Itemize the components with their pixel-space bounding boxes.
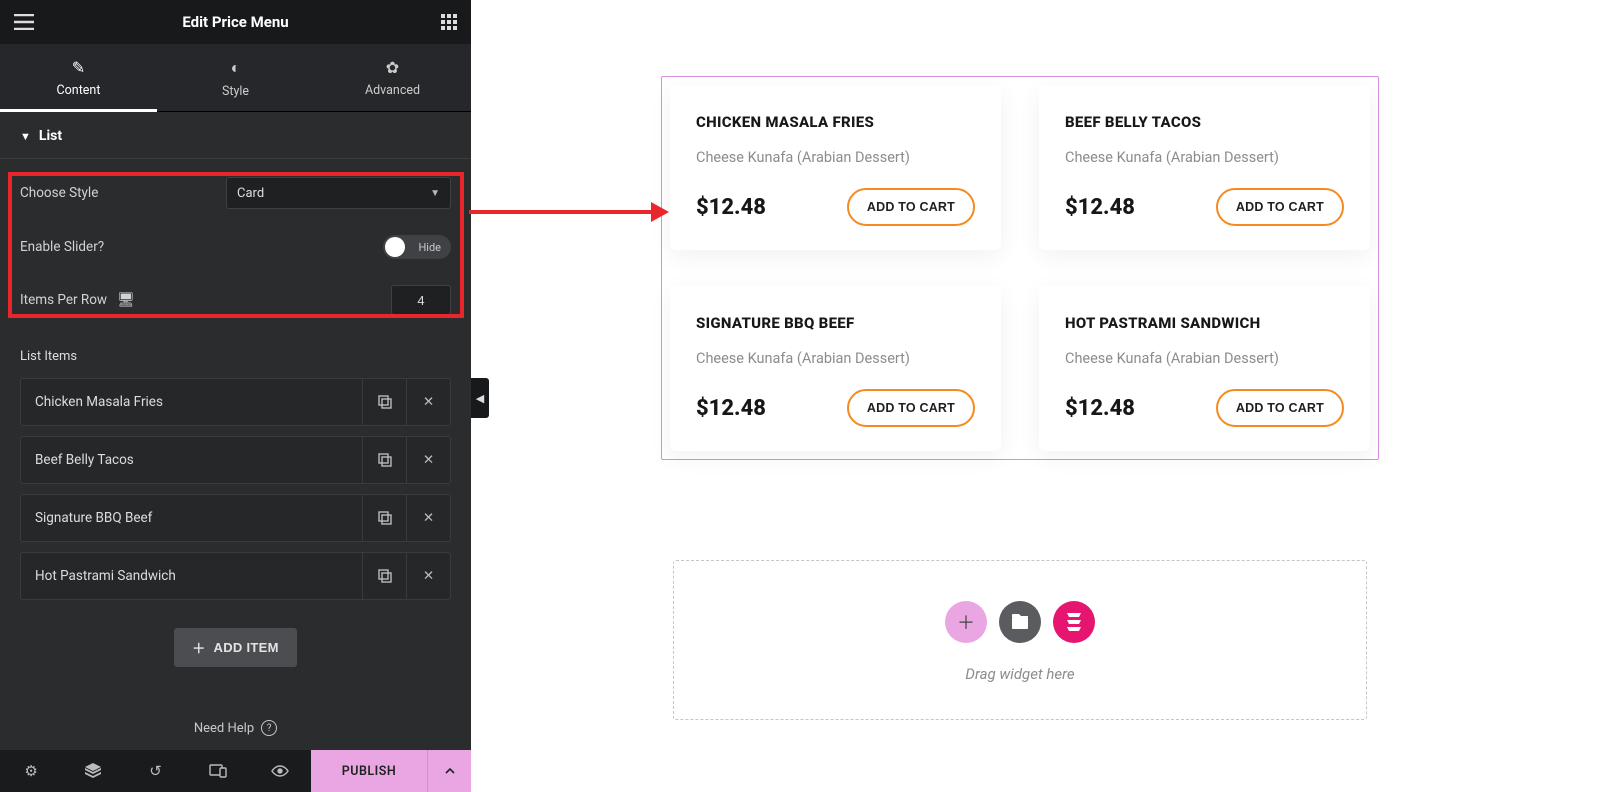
preview-icon[interactable] xyxy=(249,750,311,792)
navigator-icon[interactable] xyxy=(62,750,124,792)
add-to-cart-button[interactable]: ADD TO CART xyxy=(847,188,975,226)
enable-slider-label: Enable Slider? xyxy=(20,239,104,255)
price-card: SIGNATURE BBQ BEEF Cheese Kunafa (Arabia… xyxy=(670,286,1001,451)
select-value: Card xyxy=(237,186,264,201)
preview-canvas: CHICKEN MASALA FRIES Cheese Kunafa (Arab… xyxy=(471,0,1600,792)
caret-down-icon: ▼ xyxy=(20,130,31,143)
template-library-button[interactable] xyxy=(999,601,1041,643)
tab-advanced[interactable]: ✿ Advanced xyxy=(314,44,471,111)
chevron-down-icon: ▼ xyxy=(430,188,440,199)
settings-icon[interactable]: ⚙ xyxy=(0,750,62,792)
add-section-button[interactable]: ＋ xyxy=(945,601,987,643)
card-title: CHICKEN MASALA FRIES xyxy=(696,113,975,131)
desktop-icon[interactable]: 🖥 xyxy=(117,292,135,308)
need-help-label: Need Help xyxy=(194,721,254,736)
plus-icon: ＋ xyxy=(192,638,205,657)
price-card: CHICKEN MASALA FRIES Cheese Kunafa (Arab… xyxy=(670,85,1001,250)
history-icon[interactable]: ↺ xyxy=(124,750,186,792)
price-card: BEEF BELLY TACOS Cheese Kunafa (Arabian … xyxy=(1039,85,1370,250)
publish-button[interactable]: PUBLISH xyxy=(311,750,427,792)
list-item[interactable]: Hot Pastrami Sandwich ✕ xyxy=(20,552,451,600)
list-item-label: Beef Belly Tacos xyxy=(35,452,134,468)
annotation-arrow-icon xyxy=(469,200,669,224)
list-item-label: Signature BBQ Beef xyxy=(35,510,152,526)
card-price: $12.48 xyxy=(696,396,766,421)
list-item-label: Chicken Masala Fries xyxy=(35,394,163,410)
help-icon: ? xyxy=(261,720,277,736)
toggle-state-label: Hide xyxy=(418,241,441,254)
gear-icon: ✿ xyxy=(314,58,471,77)
card-title: BEEF BELLY TACOS xyxy=(1065,113,1344,131)
contrast-icon: ◐ xyxy=(157,58,314,78)
card-description: Cheese Kunafa (Arabian Dessert) xyxy=(1065,350,1344,367)
duplicate-icon[interactable] xyxy=(362,494,406,542)
panel-tabs: ✎ Content ◐ Style ✿ Advanced xyxy=(0,44,471,112)
tab-label: Advanced xyxy=(365,83,420,98)
list-item-label: Hot Pastrami Sandwich xyxy=(35,568,176,584)
add-to-cart-button[interactable]: ADD TO CART xyxy=(847,389,975,427)
drop-widget-zone[interactable]: ＋ Drag widget here xyxy=(673,560,1367,720)
publish-dropdown-toggle[interactable] xyxy=(427,750,471,792)
widgets-grid-icon[interactable] xyxy=(441,14,457,30)
enable-slider-toggle[interactable]: Hide xyxy=(383,235,451,259)
card-price: $12.48 xyxy=(696,195,766,220)
toggle-knob xyxy=(385,237,405,257)
duplicate-icon[interactable] xyxy=(362,378,406,426)
add-to-cart-button[interactable]: ADD TO CART xyxy=(1216,389,1344,427)
card-description: Cheese Kunafa (Arabian Dessert) xyxy=(1065,149,1344,166)
dropzone-text: Drag widget here xyxy=(674,665,1366,683)
close-icon[interactable]: ✕ xyxy=(406,436,450,484)
collapse-panel-button[interactable]: ◀ xyxy=(471,378,489,418)
price-menu-cards: CHICKEN MASALA FRIES Cheese Kunafa (Arab… xyxy=(670,85,1370,451)
section-list-header[interactable]: ▼ List xyxy=(0,112,471,159)
price-card: HOT PASTRAMI SANDWICH Cheese Kunafa (Ara… xyxy=(1039,286,1370,451)
hamburger-icon[interactable] xyxy=(14,14,34,30)
panel-body: ▼ List Choose Style Card ▼ Enable Slider… xyxy=(0,112,471,708)
list-item[interactable]: Beef Belly Tacos ✕ xyxy=(20,436,451,484)
items-per-row-input[interactable] xyxy=(391,285,451,315)
section-title: List xyxy=(39,128,62,144)
duplicate-icon[interactable] xyxy=(362,436,406,484)
close-icon[interactable]: ✕ xyxy=(406,494,450,542)
panel-title: Edit Price Menu xyxy=(182,13,288,31)
control-choose-style: Choose Style Card ▼ xyxy=(20,177,451,209)
add-item-label: ADD ITEM xyxy=(214,640,279,655)
add-item-button[interactable]: ＋ ADD ITEM xyxy=(174,628,297,667)
card-title: SIGNATURE BBQ BEEF xyxy=(696,314,975,332)
card-description: Cheese Kunafa (Arabian Dessert) xyxy=(696,350,975,367)
responsive-icon[interactable] xyxy=(187,750,249,792)
choose-style-select[interactable]: Card ▼ xyxy=(226,177,451,209)
need-help-link[interactable]: Need Help ? xyxy=(0,708,471,750)
sidebar-top-bar: Edit Price Menu xyxy=(0,0,471,44)
control-enable-slider: Enable Slider? Hide xyxy=(20,235,451,259)
control-items-per-row: Items Per Row 🖥 xyxy=(20,285,451,315)
tab-content[interactable]: ✎ Content xyxy=(0,44,157,111)
editor-sidebar: Edit Price Menu ✎ Content ◐ Style ✿ Adva… xyxy=(0,0,471,792)
tab-label: Style xyxy=(222,84,249,99)
tab-style[interactable]: ◐ Style xyxy=(157,44,314,111)
close-icon[interactable]: ✕ xyxy=(406,552,450,600)
add-to-cart-button[interactable]: ADD TO CART xyxy=(1216,188,1344,226)
items-per-row-label: Items Per Row 🖥 xyxy=(20,292,135,308)
bottom-toolbar: ⚙ ↺ PUBLISH xyxy=(0,750,471,792)
pencil-icon: ✎ xyxy=(0,58,157,77)
ekit-templates-button[interactable] xyxy=(1053,601,1095,643)
card-price: $12.48 xyxy=(1065,396,1135,421)
list-controls: Choose Style Card ▼ Enable Slider? Hide xyxy=(0,159,471,339)
list-items-heading: List Items xyxy=(0,339,471,378)
card-description: Cheese Kunafa (Arabian Dessert) xyxy=(696,149,975,166)
card-title: HOT PASTRAMI SANDWICH xyxy=(1065,314,1344,332)
close-icon[interactable]: ✕ xyxy=(406,378,450,426)
publish-button-group: PUBLISH xyxy=(311,750,471,792)
list-item[interactable]: Chicken Masala Fries ✕ xyxy=(20,378,451,426)
tab-label: Content xyxy=(57,83,101,98)
choose-style-label: Choose Style xyxy=(20,185,98,201)
list-item[interactable]: Signature BBQ Beef ✕ xyxy=(20,494,451,542)
widget-selection-outline[interactable]: CHICKEN MASALA FRIES Cheese Kunafa (Arab… xyxy=(661,76,1379,460)
duplicate-icon[interactable] xyxy=(362,552,406,600)
card-price: $12.48 xyxy=(1065,195,1135,220)
